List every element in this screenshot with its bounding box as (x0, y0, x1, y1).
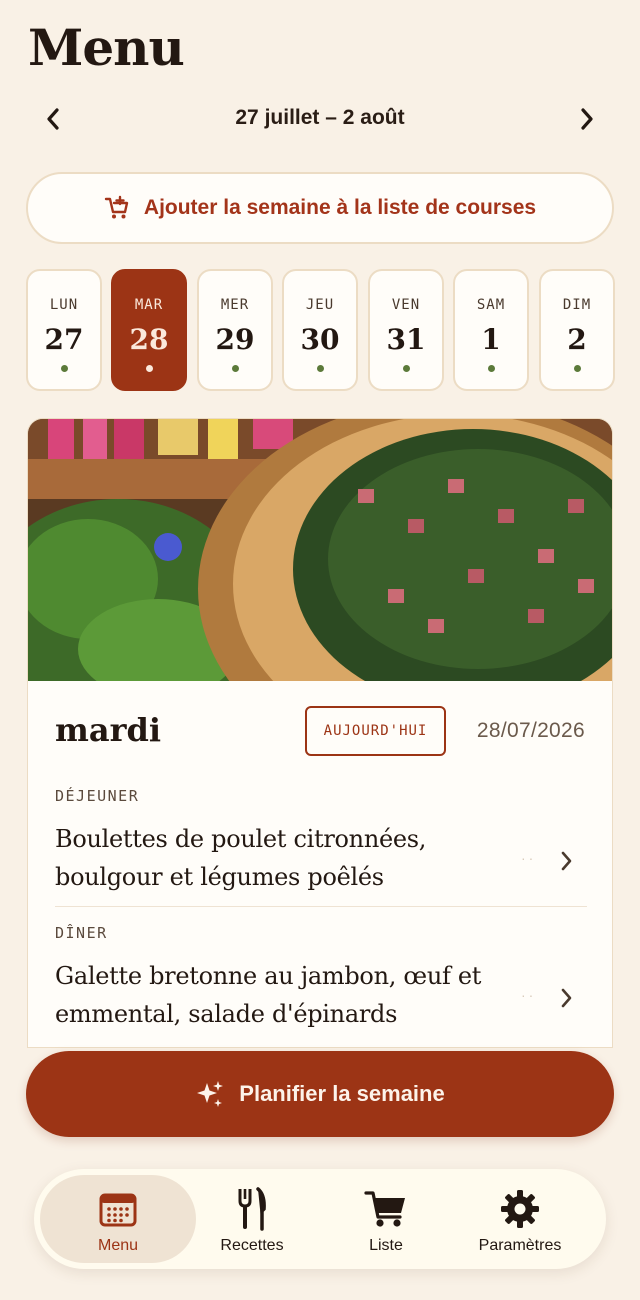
dinner-meal-title: Galette bretonne au jambon, œuf et emmen… (55, 962, 482, 1028)
day-number: 1 (481, 323, 501, 356)
day-sun[interactable]: DIM 2 (539, 269, 615, 391)
meal-planned-dot (402, 365, 410, 372)
plan-week-button-label: Planifier la semaine (239, 1081, 445, 1106)
sparkles-icon (197, 1081, 224, 1107)
chevron-right-icon (561, 988, 572, 1008)
chevron-right-icon (561, 851, 572, 871)
day-meals-card: mardi AUJOURD'HUI 28/07/2026 DÉJEUNER Bo… (27, 418, 613, 1048)
fork-knife-icon (238, 1187, 266, 1231)
selected-day-name: mardi (55, 711, 161, 749)
more-dots: ·· (521, 987, 537, 1003)
day-number: 2 (567, 323, 587, 356)
tab-recipes-label: Recettes (220, 1237, 284, 1254)
tab-settings-label: Paramètres (478, 1237, 562, 1254)
more-dots: ·· (521, 850, 537, 866)
cart-plus-icon (104, 195, 129, 219)
day-name: MER (220, 297, 250, 313)
day-name: VEN (391, 297, 421, 313)
day-name: MAR (134, 297, 164, 313)
day-name: JEU (305, 297, 335, 313)
meal-divider (55, 906, 587, 907)
day-number: 28 (129, 323, 169, 356)
dinner-meal-row[interactable]: Galette bretonne au jambon, œuf et emmen… (55, 957, 587, 1041)
next-week-button[interactable] (560, 96, 614, 142)
calendar-icon (99, 1193, 137, 1227)
cart-icon (364, 1191, 405, 1227)
day-number: 30 (300, 323, 340, 356)
tab-menu-label: Menu (97, 1237, 139, 1254)
day-name: DIM (562, 297, 592, 313)
day-sat[interactable]: SAM 1 (453, 269, 529, 391)
gear-icon (501, 1190, 539, 1228)
day-name: SAM (476, 297, 506, 313)
day-mon[interactable]: LUN 27 (26, 269, 102, 391)
dinner-label: DÎNER (55, 924, 108, 942)
week-navigation: 27 juillet – 2 août (26, 96, 614, 142)
tab-recipes[interactable]: Recettes (174, 1175, 330, 1263)
chevron-right-icon (581, 108, 593, 130)
meal-planned-dot (60, 365, 68, 372)
page-title: Menu (28, 18, 185, 77)
today-badge: AUJOURD'HUI (305, 706, 446, 756)
meal-planned-dot (573, 365, 581, 372)
day-thu[interactable]: JEU 30 (282, 269, 358, 391)
tab-settings[interactable]: Paramètres (442, 1175, 598, 1263)
selected-date: 28/07/2026 (476, 719, 585, 742)
tab-list-label: Liste (369, 1237, 403, 1254)
previous-week-button[interactable] (26, 96, 80, 142)
add-week-button-label: Ajouter la semaine à la liste de courses (143, 196, 537, 219)
day-fri[interactable]: VEN 31 (368, 269, 444, 391)
meal-planned-dot (316, 365, 324, 372)
meal-planned-dot (145, 365, 153, 372)
day-name: LUN (49, 297, 79, 313)
day-number: 29 (215, 323, 255, 356)
day-wed[interactable]: MER 29 (197, 269, 273, 391)
bottom-tab-bar: Menu Recettes Liste Paramètres (34, 1169, 606, 1269)
day-number: 31 (386, 323, 426, 356)
lunch-meal-row[interactable]: Boulettes de poulet citronnées, boulgour… (55, 820, 587, 904)
meal-planned-dot (487, 365, 495, 372)
tab-list[interactable]: Liste (308, 1175, 464, 1263)
plan-week-button[interactable]: Planifier la semaine (26, 1051, 614, 1137)
add-week-to-shopping-list-button[interactable]: Ajouter la semaine à la liste de courses (26, 172, 614, 244)
lunch-meal-title: Boulettes de poulet citronnées, boulgour… (55, 825, 427, 891)
day-number: 27 (44, 323, 84, 356)
meal-planned-dot (231, 365, 239, 372)
week-range-label: 27 juillet – 2 août (235, 106, 405, 129)
tab-menu[interactable]: Menu (40, 1175, 196, 1263)
day-selector: LUN 27 MAR 28 MER 29 JEU 30 VEN 31 SAM 1… (26, 269, 616, 393)
lunch-label: DÉJEUNER (55, 787, 140, 805)
day-tue[interactable]: MAR 28 (111, 269, 187, 391)
meal-photo (28, 419, 612, 681)
chevron-left-icon (47, 108, 59, 130)
